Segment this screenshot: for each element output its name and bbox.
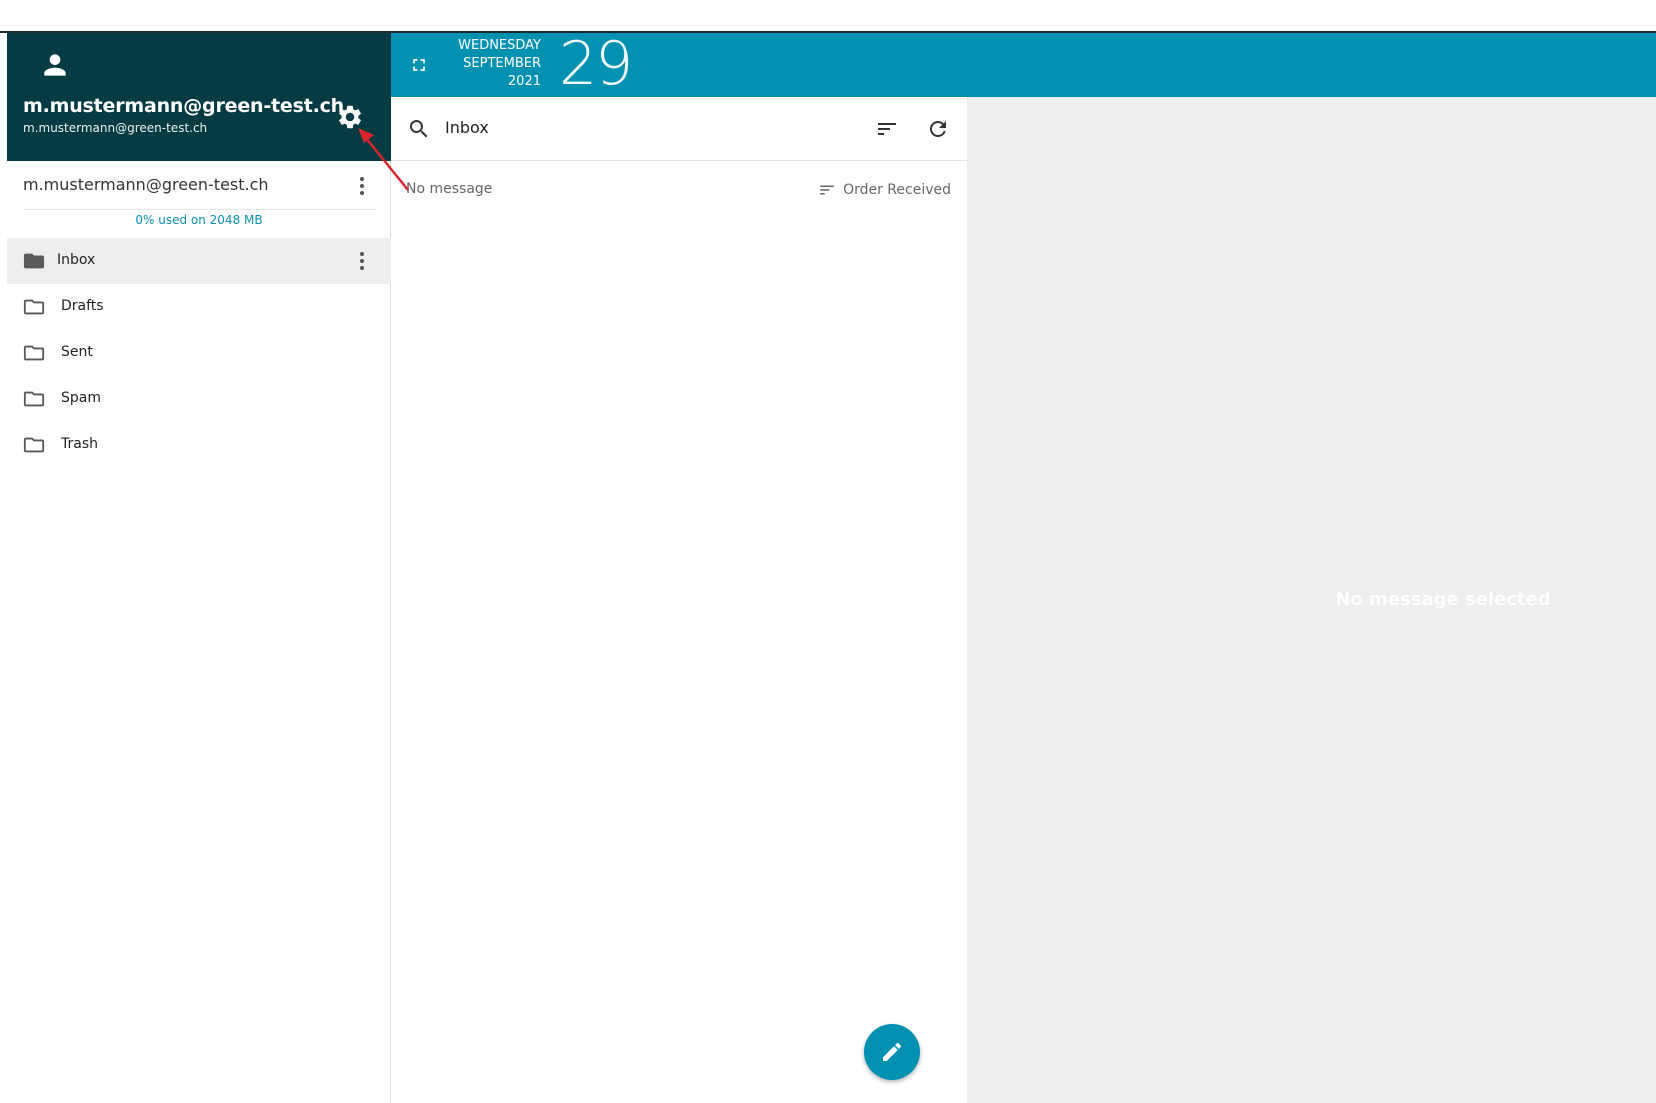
refresh-icon[interactable] <box>926 117 950 141</box>
user-avatar-icon <box>44 54 66 76</box>
search-icon[interactable] <box>407 117 431 141</box>
order-received-button[interactable]: Order Received <box>817 179 951 201</box>
settings-gear-icon[interactable] <box>336 103 364 131</box>
day-number: 29 <box>559 29 633 99</box>
folder-label: Sent <box>61 344 93 360</box>
month: SEPTEMBER <box>463 56 541 71</box>
folder-more-icon[interactable] <box>350 249 374 273</box>
folder-outline-icon <box>23 437 45 453</box>
fullscreen-icon[interactable] <box>409 55 429 75</box>
folder-drafts[interactable]: Drafts <box>7 284 391 330</box>
top-bar: WEDNESDAY SEPTEMBER 2021 29 <box>391 29 1656 99</box>
account-row[interactable]: m.mustermann@green-test.ch <box>7 161 391 211</box>
folder-sent[interactable]: Sent <box>7 330 391 376</box>
folder-outline-icon <box>23 391 45 407</box>
date-text: WEDNESDAY SEPTEMBER 2021 <box>431 37 541 91</box>
current-folder-title: Inbox <box>445 118 489 137</box>
divider <box>23 209 375 210</box>
pencil-icon <box>883 1042 902 1061</box>
sort-icon[interactable] <box>875 117 899 141</box>
folder-filled-icon <box>23 253 45 269</box>
empty-list-text: No message <box>406 181 493 197</box>
folder-label: Trash <box>61 436 98 452</box>
account-header: m.mustermann@green-test.ch m.mustermann@… <box>7 33 391 161</box>
account-more-icon[interactable] <box>350 174 374 198</box>
account-row-email: m.mustermann@green-test.ch <box>23 175 269 194</box>
folder-label: Inbox <box>57 252 96 268</box>
reading-pane: No message selected <box>967 97 1656 1103</box>
folder-outline-icon <box>23 345 45 361</box>
no-selection-text: No message selected <box>1335 589 1551 610</box>
folder-inbox[interactable]: Inbox <box>7 238 391 284</box>
folder-trash[interactable]: Trash <box>7 422 391 468</box>
order-label: Order Received <box>843 182 951 198</box>
weekday: WEDNESDAY <box>458 38 541 53</box>
folder-label: Drafts <box>61 298 104 314</box>
folder-outline-icon <box>23 299 45 315</box>
compose-button[interactable] <box>864 1024 920 1080</box>
message-list-pane: Inbox No message Order Received <box>391 97 967 1103</box>
year: 2021 <box>507 74 541 89</box>
sidebar: m.mustermann@green-test.ch m.mustermann@… <box>7 33 391 1103</box>
folder-label: Spam <box>61 390 101 406</box>
sort-order-icon <box>820 185 834 195</box>
account-display-name: m.mustermann@green-test.ch <box>23 95 344 117</box>
list-toolbar: Inbox <box>391 97 967 161</box>
folder-spam[interactable]: Spam <box>7 376 391 422</box>
storage-quota: 0% used on 2048 MB <box>135 213 263 227</box>
account-email: m.mustermann@green-test.ch <box>23 121 208 135</box>
